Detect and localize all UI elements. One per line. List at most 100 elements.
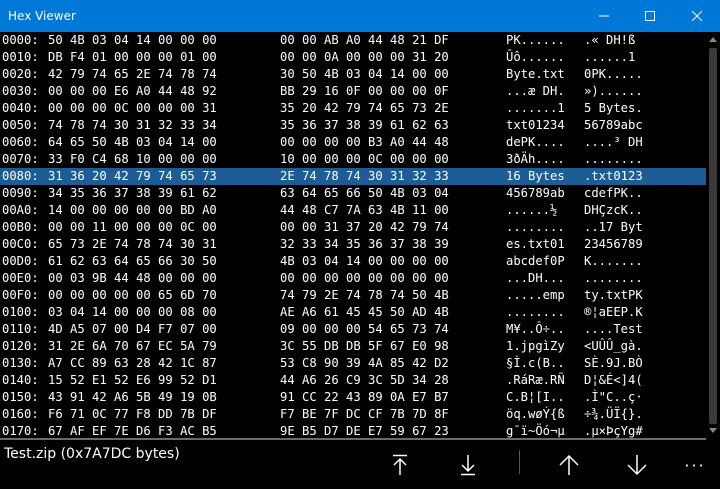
row-ascii-2: ®¦aEEP.K [584, 305, 643, 319]
minimize-button[interactable] [581, 0, 627, 32]
hex-row[interactable]: 0130: A7 CC 89 63 28 42 1C 87 53 C8 90 39 … [0, 355, 706, 372]
row-offset: 00A0: [2, 203, 39, 217]
hex-row[interactable]: 0000: 50 4B 03 04 14 00 00 00 00 00 AB A0 … [0, 32, 706, 49]
hex-row[interactable]: 00A0: 14 00 00 00 00 00 BD A0 44 48 C7 7A … [0, 202, 706, 219]
go-to-top-button[interactable] [381, 446, 419, 484]
vertical-scrollbar[interactable] [706, 32, 720, 438]
row-offset: 0080: [2, 169, 39, 183]
row-offset: 0020: [2, 67, 39, 81]
row-offset: 0160: [2, 407, 39, 421]
row-ascii-1: 1.jpgìZy [506, 339, 565, 353]
hex-row[interactable]: 0170: 67 AF EF 7E D6 F3 AC B5 9E B5 D7 DE … [0, 423, 706, 438]
hex-row[interactable]: 0010: DB F4 01 00 00 00 01 00 00 00 0A 00 … [0, 49, 706, 66]
maximize-icon [645, 11, 655, 21]
row-ascii-1: .RáRæ.RÑ [506, 373, 565, 387]
hex-row[interactable]: 00E0: 00 03 9B 44 48 00 00 00 00 00 00 00 … [0, 270, 706, 287]
hex-row[interactable]: 0040: 00 00 00 0C 00 00 00 31 35 20 42 79 … [0, 100, 706, 117]
row-hex-bytes-2: 91 CC 22 43 89 0A E7 B7 [280, 390, 449, 404]
row-ascii-1: öq.wøÝ{ß [506, 407, 565, 421]
page-up-button[interactable] [550, 446, 588, 484]
hex-row[interactable]: 0150: 43 91 42 A6 5B 49 19 0B 91 CC 22 43 … [0, 389, 706, 406]
row-ascii-2: 23456789 [584, 237, 643, 251]
row-ascii-2: ....Test [584, 322, 643, 336]
row-hex-bytes-2: 74 79 2E 74 78 74 50 4B [280, 288, 449, 302]
row-hex-bytes-2: 00 00 0A 00 00 00 31 20 [280, 50, 449, 64]
hex-row[interactable]: 0160: F6 71 0C 77 F8 DD 7B DF F7 BE 7F DC … [0, 406, 706, 423]
arrow-down-icon [627, 455, 647, 476]
row-hex-bytes-1: 00 00 00 E6 A0 44 48 92 [48, 84, 217, 98]
more-options-button[interactable]: ··· [676, 446, 714, 484]
row-offset: 0170: [2, 424, 39, 438]
hex-row[interactable]: 0100: 03 04 14 00 00 00 08 00 AE A6 61 45 … [0, 304, 706, 321]
row-ascii-2: DHÇzcK.. [584, 203, 643, 217]
hex-row[interactable]: 00B0: 00 00 11 00 00 00 0C 00 00 00 31 37 … [0, 219, 706, 236]
row-hex-bytes-2: 00 00 31 37 20 42 79 74 [280, 220, 449, 234]
scroll-up-button[interactable] [706, 32, 720, 46]
row-ascii-1: es.txt01 [506, 237, 565, 251]
hex-row[interactable]: 0090: 34 35 36 37 38 39 61 62 63 64 65 66 … [0, 185, 706, 202]
hex-row-selected[interactable]: 0080: 31 36 20 42 79 74 65 73 2E 74 78 74 … [0, 168, 706, 185]
caret-up-icon [709, 37, 717, 42]
row-hex-bytes-2: 53 C8 90 39 4A 85 42 D2 [280, 356, 449, 370]
row-ascii-1: abcdef0P [506, 254, 565, 268]
page-down-button[interactable] [618, 446, 656, 484]
hex-row[interactable]: 00D0: 61 62 63 64 65 66 30 50 4B 03 04 14 … [0, 253, 706, 270]
maximize-button[interactable] [627, 0, 673, 32]
row-ascii-2: 5 Bytes. [584, 101, 643, 115]
row-hex-bytes-2: 35 20 42 79 74 65 73 2E [280, 101, 449, 115]
scroll-down-button[interactable] [706, 424, 720, 438]
row-ascii-1: Ûô...... [506, 50, 565, 64]
row-offset: 00D0: [2, 254, 39, 268]
scroll-thumb[interactable] [709, 48, 717, 424]
arrow-down-to-bottom-icon [461, 455, 475, 476]
row-ascii-2: ....³ DH [584, 135, 643, 149]
row-hex-bytes-1: 03 04 14 00 00 00 08 00 [48, 305, 217, 319]
row-hex-bytes-1: 00 00 11 00 00 00 0C 00 [48, 220, 217, 234]
row-offset: 00B0: [2, 220, 39, 234]
hex-viewer-window: Hex Viewer 0000: 50 4B 03 04 14 00 00 00 0… [0, 0, 720, 489]
row-hex-bytes-1: 67 AF EF 7E D6 F3 AC B5 [48, 424, 217, 438]
row-ascii-1: ......½ [506, 203, 558, 217]
row-offset: 0050: [2, 118, 39, 132]
row-offset: 0130: [2, 356, 39, 370]
hex-row[interactable]: 00F0: 00 00 00 00 00 65 6D 70 74 79 2E 74 … [0, 287, 706, 304]
row-offset: 0060: [2, 135, 39, 149]
row-ascii-2: 56789abc [584, 118, 643, 132]
close-button[interactable] [674, 0, 720, 32]
go-to-bottom-button[interactable] [449, 446, 487, 484]
row-ascii-1: ...DH... [506, 271, 565, 285]
row-offset: 0000: [2, 33, 39, 47]
row-offset: 00C0: [2, 237, 39, 251]
row-ascii-1: ........ [506, 305, 565, 319]
row-hex-bytes-2: 00 00 00 00 00 00 00 00 [280, 271, 449, 285]
window-title: Hex Viewer [8, 9, 76, 23]
row-hex-bytes-1: 43 91 42 A6 5B 49 19 0B [48, 390, 217, 404]
row-ascii-1: Byte.txt [506, 67, 565, 81]
hex-row[interactable]: 0020: 42 79 74 65 2E 74 78 74 30 50 4B 03 … [0, 66, 706, 83]
row-hex-bytes-1: 34 35 36 37 38 39 61 62 [48, 186, 217, 200]
row-offset: 0120: [2, 339, 39, 353]
row-ascii-2: SÈ.9J.BÒ [584, 356, 643, 370]
row-hex-bytes-2: 10 00 00 00 0C 00 00 00 [280, 152, 449, 166]
row-hex-bytes-1: 00 00 00 00 00 65 6D 70 [48, 288, 217, 302]
hex-row[interactable]: 0120: 31 2E 6A 70 67 EC 5A 79 3C 55 DB DB … [0, 338, 706, 355]
command-bar: Test.zip (0x7A7DC bytes) ··· [0, 440, 720, 489]
hex-row[interactable]: 00C0: 65 73 2E 74 78 74 30 31 32 33 34 35 … [0, 236, 706, 253]
hex-row[interactable]: 0030: 00 00 00 E6 A0 44 48 92 BB 29 16 0F … [0, 83, 706, 100]
row-offset: 0110: [2, 322, 39, 336]
row-hex-bytes-2: 44 A6 26 C9 3C 5D 34 28 [280, 373, 449, 387]
title-bar[interactable]: Hex Viewer [0, 0, 720, 32]
hex-dump-view[interactable]: 0000: 50 4B 03 04 14 00 00 00 00 00 AB A0 … [0, 32, 706, 438]
row-offset: 0030: [2, 84, 39, 98]
hex-row[interactable]: 0070: 33 F0 C4 68 10 00 00 00 10 00 00 00 … [0, 151, 706, 168]
hex-row[interactable]: 0140: 15 52 E1 52 E6 99 52 D1 44 A6 26 C9 … [0, 372, 706, 389]
hex-row[interactable]: 0050: 74 78 74 30 31 32 33 34 35 36 37 38 … [0, 117, 706, 134]
row-ascii-2: .Ì"C..ç· [584, 390, 643, 404]
row-hex-bytes-1: DB F4 01 00 00 00 01 00 [48, 50, 217, 64]
row-ascii-2: D¦&É<]4( [584, 373, 643, 387]
row-hex-bytes-1: 14 00 00 00 00 00 BD A0 [48, 203, 217, 217]
hex-row[interactable]: 0110: 4D A5 07 00 D4 F7 07 00 09 00 00 00 … [0, 321, 706, 338]
row-hex-bytes-2: BB 29 16 0F 00 00 00 0F [280, 84, 449, 98]
hex-row[interactable]: 0060: 64 65 50 4B 03 04 14 00 00 00 00 00 … [0, 134, 706, 151]
row-hex-bytes-2: 32 33 34 35 36 37 38 39 [280, 237, 449, 251]
